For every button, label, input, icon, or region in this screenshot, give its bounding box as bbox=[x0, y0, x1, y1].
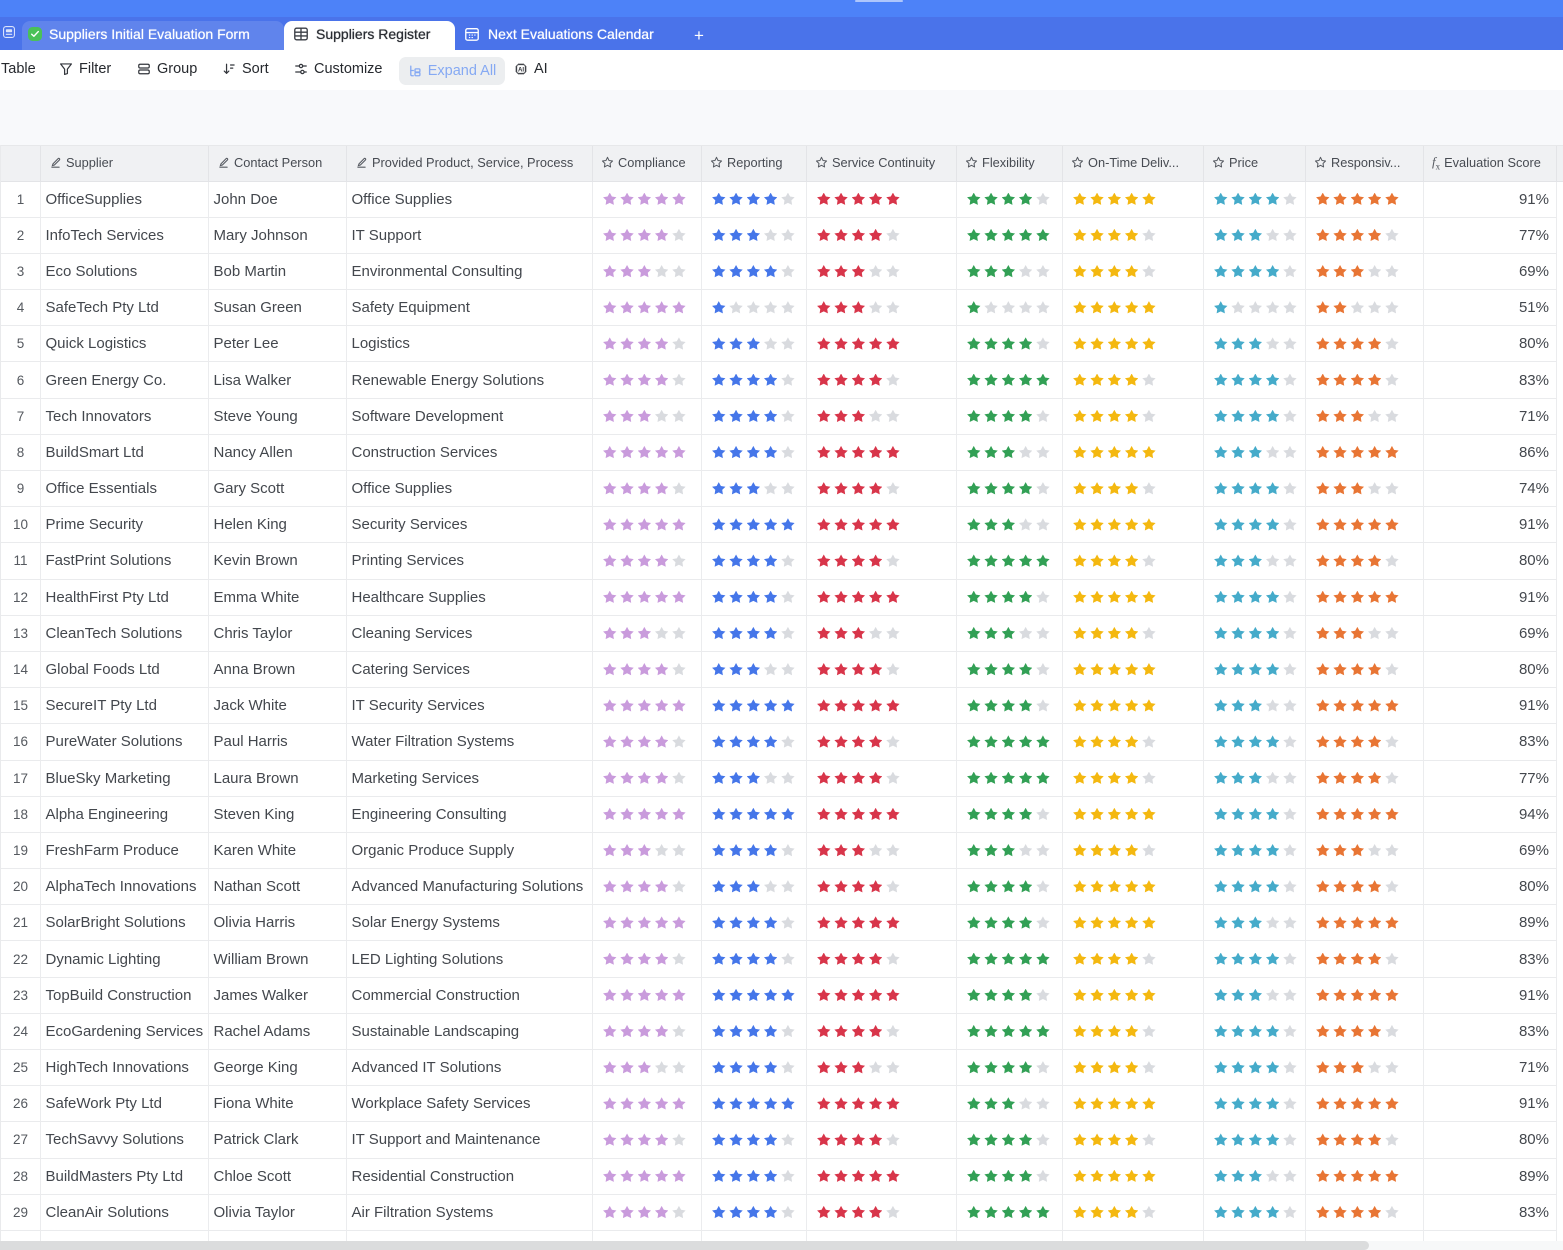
svg-text:AI: AI bbox=[518, 66, 524, 73]
